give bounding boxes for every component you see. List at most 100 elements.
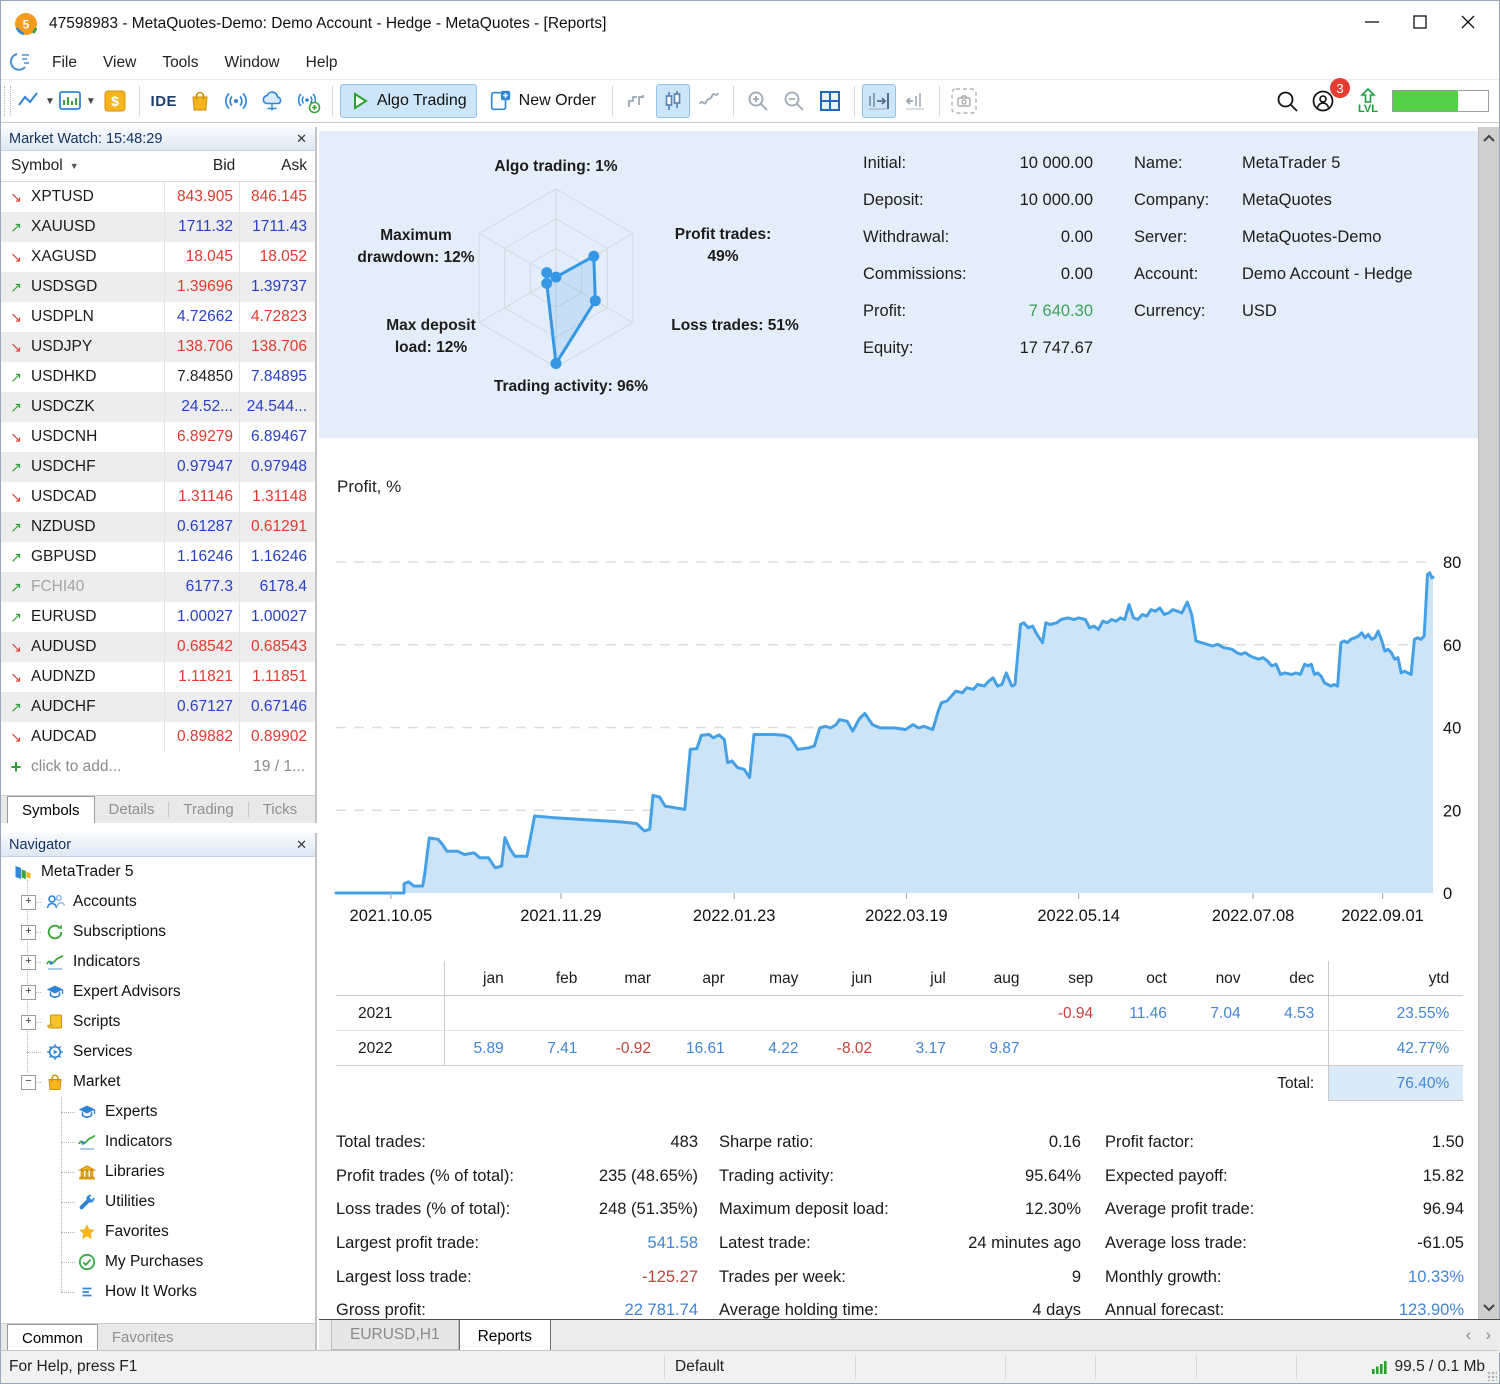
market-watch-row[interactable]: ↘XPTUSD843.905846.145: [1, 182, 315, 212]
navigator-item-my-purchases[interactable]: My Purchases: [1, 1247, 315, 1277]
deposit-button[interactable]: $: [98, 84, 132, 118]
market-watch-row[interactable]: ↗EURUSD1.000271.00027: [1, 602, 315, 632]
new-order-button[interactable]: New Order: [479, 84, 605, 118]
expand-plus-box[interactable]: +: [21, 985, 36, 1000]
navigator-item-libraries[interactable]: Libraries: [1, 1157, 315, 1187]
connection-level-button[interactable]: LVL: [1351, 84, 1385, 118]
maximize-button[interactable]: [1397, 1, 1443, 43]
market-watch-row[interactable]: ↘AUDCAD0.898820.89902: [1, 722, 315, 752]
ide-button[interactable]: IDE: [147, 84, 181, 118]
navigator-item-accounts[interactable]: +Accounts: [1, 887, 315, 917]
zoom-in-button[interactable]: [741, 84, 775, 118]
shift-end-button[interactable]: [862, 84, 896, 118]
menu-file[interactable]: File: [39, 49, 90, 76]
tab-ticks[interactable]: Ticks: [249, 796, 311, 823]
navigator-item-utilities[interactable]: Utilities: [1, 1187, 315, 1217]
tick-chart-button[interactable]: [620, 84, 654, 118]
menu-tools[interactable]: Tools: [149, 49, 211, 76]
tab-common[interactable]: Common: [7, 1324, 98, 1351]
bid-value: 0.61287: [164, 512, 239, 542]
down-arrow-icon: ↘: [1, 339, 31, 356]
market-watch-row[interactable]: ↗FCHI406177.36178.4: [1, 572, 315, 602]
navigator-item-scripts[interactable]: +Scripts: [1, 1007, 315, 1037]
navigator-item-subscriptions[interactable]: +Subscriptions: [1, 917, 315, 947]
new-chart-button[interactable]: ▼: [16, 84, 55, 118]
scroll-up-icon[interactable]: [1479, 127, 1499, 149]
market-watch-row[interactable]: ↘USDPLN4.726624.72823: [1, 302, 315, 332]
navigator-item-metatrader-5[interactable]: MetaTrader 5: [1, 857, 315, 887]
navigator-item-how-it-works[interactable]: How It Works: [1, 1277, 315, 1307]
screenshot-button[interactable]: [947, 84, 981, 118]
chart-type-button[interactable]: ▼: [57, 84, 96, 118]
tab-details[interactable]: Details: [95, 796, 169, 823]
market-watch-row[interactable]: ↗XAUUSD1711.321711.43: [1, 212, 315, 242]
tab-symbols[interactable]: Symbols: [7, 796, 95, 823]
tab-trading[interactable]: Trading: [169, 796, 247, 823]
expand-plus-box[interactable]: +: [21, 955, 36, 970]
expand-plus-box[interactable]: +: [21, 1015, 36, 1030]
navigator-item-experts[interactable]: Experts: [1, 1097, 315, 1127]
vps-cloud-button[interactable]: [255, 84, 289, 118]
notifications-button[interactable]: 3: [1306, 84, 1340, 118]
minimize-button[interactable]: [1349, 1, 1395, 43]
market-watch-row[interactable]: ↗USDHKD7.848507.84895: [1, 362, 315, 392]
market-watch-row[interactable]: ↗USDSGD1.396961.39737: [1, 272, 315, 302]
algo-trading-button[interactable]: Algo Trading: [340, 84, 477, 118]
navigator-item-market[interactable]: −Market: [1, 1067, 315, 1097]
doc-tab-eurusd-h1[interactable]: EURUSD,H1: [331, 1320, 459, 1350]
search-button[interactable]: [1270, 84, 1304, 118]
expand-plus-box[interactable]: +: [21, 895, 36, 910]
navigator-item-indicators[interactable]: Indicators: [1, 1127, 315, 1157]
line-chart-button[interactable]: [692, 84, 726, 118]
market-watch-row[interactable]: ↘XAGUSD18.04518.052: [1, 242, 315, 272]
menu-help[interactable]: Help: [293, 49, 351, 76]
month-value: [518, 996, 592, 1031]
close-icon[interactable]: ✕: [296, 131, 307, 147]
candlestick-chart-button[interactable]: [656, 84, 690, 118]
collapse-minus-box[interactable]: −: [21, 1075, 36, 1090]
market-watch-row[interactable]: ↗AUDCHF0.671270.67146: [1, 692, 315, 722]
market-watch-row[interactable]: ↘USDCAD1.311461.31148: [1, 482, 315, 512]
menu-window[interactable]: Window: [212, 49, 293, 76]
tab-scroll-right-icon[interactable]: ›: [1485, 1325, 1491, 1345]
doc-tab-reports[interactable]: Reports: [459, 1320, 551, 1354]
toolbar-grip[interactable]: [4, 86, 11, 116]
navigator-item-favorites[interactable]: Favorites: [1, 1217, 315, 1247]
tab-favorites[interactable]: Favorites: [98, 1324, 188, 1351]
market-watch-row[interactable]: ↘USDCNH6.892796.89467: [1, 422, 315, 452]
scroll-down-icon[interactable]: [1479, 1297, 1499, 1319]
close-icon[interactable]: ✕: [296, 837, 307, 853]
navigator-item-indicators[interactable]: +Indicators: [1, 947, 315, 977]
chevron-down-icon: ▼: [45, 96, 55, 107]
market-watch-row[interactable]: ↗USDCHF0.979470.97948: [1, 452, 315, 482]
tile-windows-button[interactable]: [813, 84, 847, 118]
expand-plus-box[interactable]: +: [21, 925, 36, 940]
add-signal-button[interactable]: [291, 84, 325, 118]
zoom-out-button[interactable]: [777, 84, 811, 118]
navigator-item-label: Services: [73, 1043, 132, 1061]
connection-status[interactable]: 99.5 / 0.1 Mb: [1372, 1351, 1485, 1383]
stat-value: 12.30%: [1025, 1200, 1081, 1219]
menu-view[interactable]: View: [90, 49, 149, 76]
signals-button[interactable]: [219, 84, 253, 118]
market-watch-row[interactable]: ↘AUDNZD1.118211.11851: [1, 662, 315, 692]
close-button[interactable]: [1445, 1, 1491, 43]
month-header: jun: [812, 961, 886, 996]
market-watch-row[interactable]: ↗NZDUSD0.612870.61291: [1, 512, 315, 542]
add-symbol-row[interactable]: + click to add... 19 / 1...: [1, 752, 315, 782]
navigator-header[interactable]: Navigator ✕: [1, 833, 315, 857]
report-scrollbar[interactable]: [1478, 127, 1499, 1319]
resize-grip[interactable]: [1487, 1371, 1497, 1381]
profile-selector[interactable]: Default: [675, 1351, 724, 1383]
navigator-item-expert-advisors[interactable]: +Expert Advisors: [1, 977, 315, 1007]
navigator-item-services[interactable]: Services: [1, 1037, 315, 1067]
shift-back-button[interactable]: [898, 84, 932, 118]
tab-scroll-left-icon[interactable]: ‹: [1466, 1325, 1472, 1345]
market-watch-row[interactable]: ↗GBPUSD1.162461.16246: [1, 542, 315, 572]
market-watch-row[interactable]: ↗USDCZK24.52...24.544...: [1, 392, 315, 422]
market-watch-row[interactable]: ↘AUDUSD0.685420.68543: [1, 632, 315, 662]
market-store-button[interactable]: [183, 84, 217, 118]
market-watch-header[interactable]: Market Watch: 15:48:29 ✕: [1, 127, 315, 151]
market-watch-row[interactable]: ↘USDJPY138.706138.706: [1, 332, 315, 362]
market-watch-column-header[interactable]: Symbol▼ Bid Ask: [1, 151, 315, 182]
